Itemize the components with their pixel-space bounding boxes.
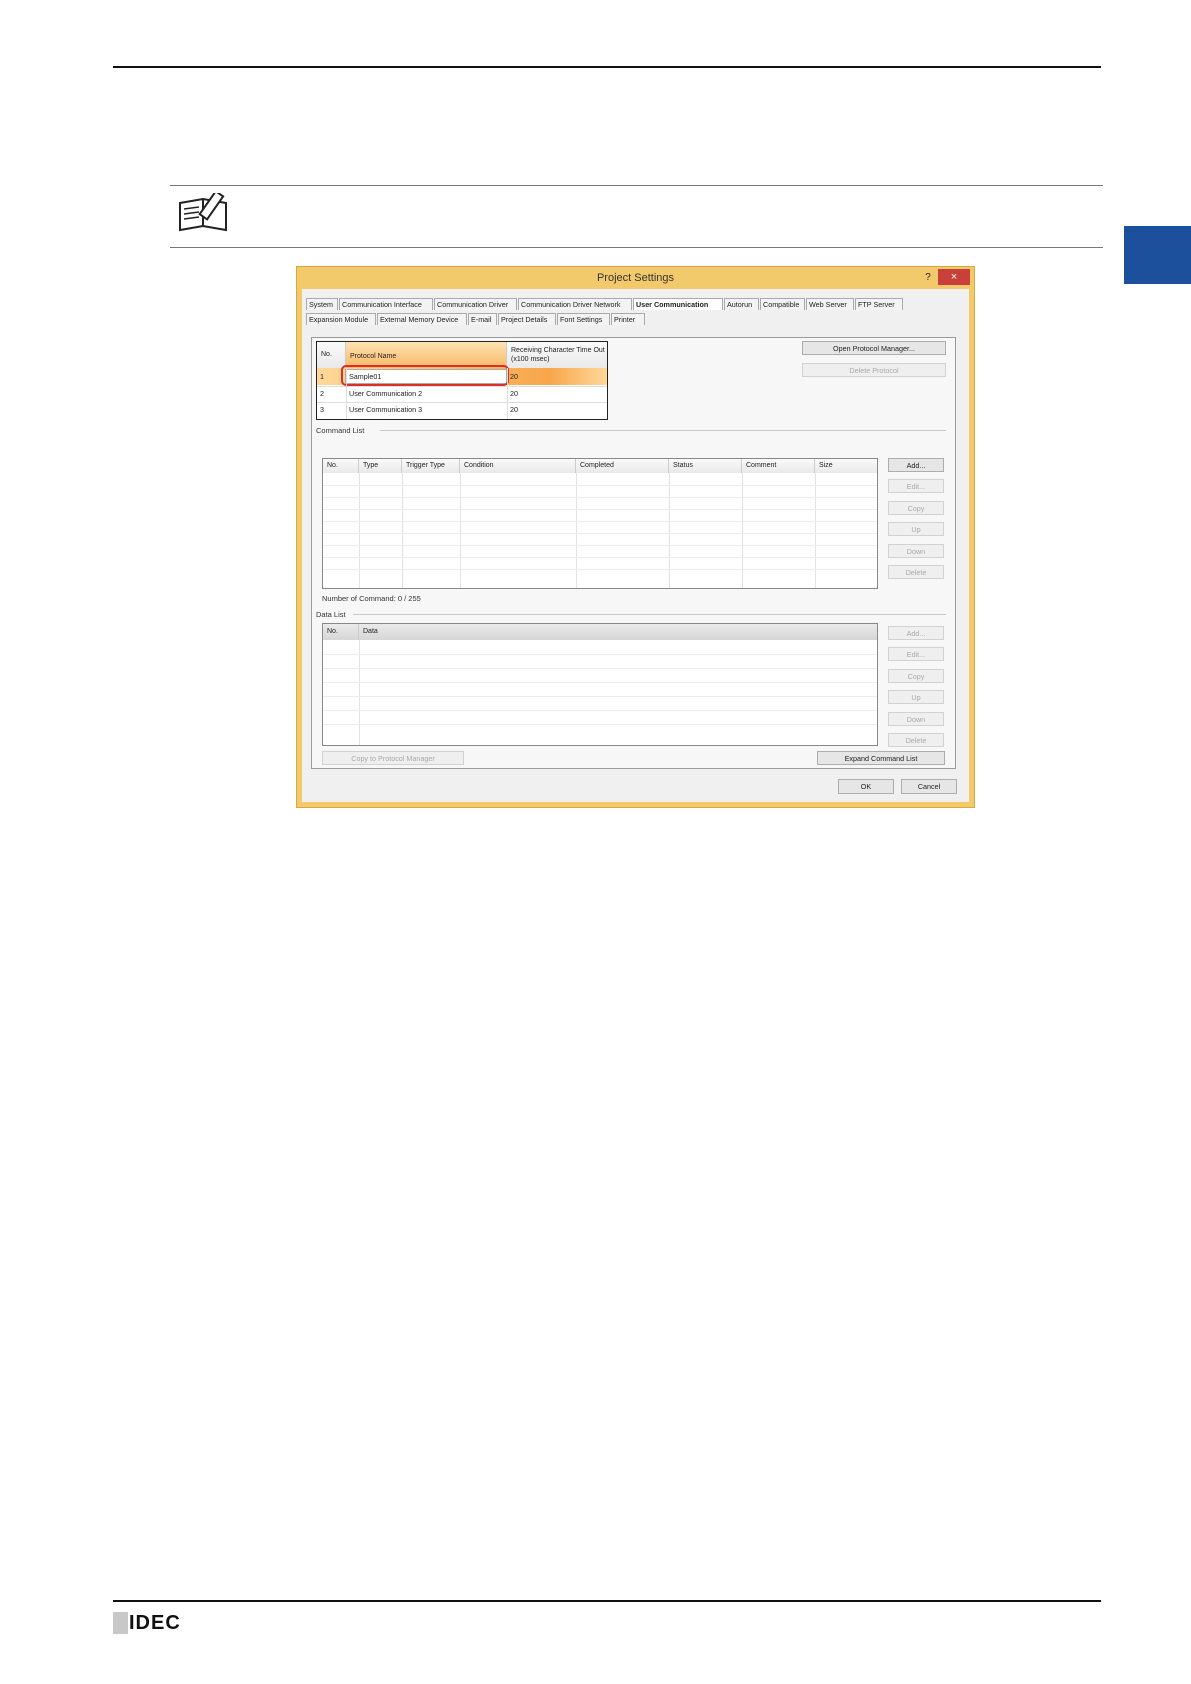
- cmd-col-size: Size: [815, 459, 877, 473]
- protocol-col-sep: [507, 368, 508, 419]
- data-grid-line: [323, 654, 877, 655]
- tab-font-settings[interactable]: Font Settings: [557, 313, 610, 325]
- protocol-col-no: No.: [317, 342, 346, 368]
- data-up-button[interactable]: Up: [888, 690, 944, 704]
- tab-user-communication[interactable]: User Communication: [633, 298, 723, 310]
- note-bottom-line: [170, 247, 1103, 248]
- cmd-grid-line: [323, 545, 877, 546]
- data-copy-button[interactable]: Copy: [888, 669, 944, 683]
- dialog-client-area: System Communication Interface Communica…: [302, 289, 969, 802]
- tab-expansion-module[interactable]: Expansion Module: [306, 313, 376, 325]
- command-list-label: Command List: [316, 426, 365, 435]
- data-edit-button[interactable]: Edit...: [888, 647, 944, 661]
- idec-logo: IDEC: [113, 1612, 183, 1634]
- tab-printer[interactable]: Printer: [611, 313, 645, 325]
- tab-communication-driver-network[interactable]: Communication Driver Network: [518, 298, 632, 310]
- chapter-tab: [1124, 226, 1191, 284]
- note-top-line: [170, 185, 1103, 186]
- tab-system[interactable]: System: [306, 298, 338, 310]
- protocol-col-sep: [346, 368, 347, 419]
- delete-protocol-button[interactable]: Delete Protocol: [802, 363, 946, 377]
- tab-autorun[interactable]: Autorun: [724, 298, 759, 310]
- cmd-col-completed: Completed: [576, 459, 669, 473]
- cmd-up-button[interactable]: Up: [888, 522, 944, 536]
- tab-project-details[interactable]: Project Details: [498, 313, 556, 325]
- protocol-row-1-no: 1: [320, 372, 324, 381]
- protocol-row-3-no: 3: [320, 405, 324, 414]
- cmd-grid-line: [323, 509, 877, 510]
- cmd-add-button[interactable]: Add...: [888, 458, 944, 472]
- data-grid-line: [323, 724, 877, 725]
- cmd-grid-line: [323, 497, 877, 498]
- data-delete-button[interactable]: Delete: [888, 733, 944, 747]
- bottom-rule: [113, 1600, 1101, 1602]
- data-down-button[interactable]: Down: [888, 712, 944, 726]
- project-settings-dialog: Project Settings ? × System Communicatio…: [296, 266, 975, 808]
- cmd-col-type: Type: [359, 459, 402, 473]
- data-list-grid[interactable]: No. Data: [322, 623, 878, 746]
- protocol-col-timeout: Receiving Character Time Out (x100 msec): [507, 342, 607, 368]
- cmd-grid-line: [669, 473, 670, 588]
- cmd-grid-line: [576, 473, 577, 588]
- cmd-grid-line: [460, 473, 461, 588]
- ok-button[interactable]: OK: [838, 779, 894, 794]
- note-book-icon: [177, 189, 229, 233]
- tab-external-memory-device[interactable]: External Memory Device: [377, 313, 467, 325]
- protocol-row-2-timeout[interactable]: 20: [507, 386, 518, 401]
- top-rule: [113, 66, 1101, 68]
- tab-communication-driver[interactable]: Communication Driver: [434, 298, 517, 310]
- protocol-row-2-no: 2: [320, 389, 324, 398]
- command-list-divider: [380, 430, 946, 431]
- cmd-grid-line: [323, 557, 877, 558]
- cmd-grid-line: [742, 473, 743, 588]
- data-add-button[interactable]: Add...: [888, 626, 944, 640]
- command-count: Number of Command: 0 / 255: [322, 594, 421, 603]
- data-list-label: Data List: [316, 610, 346, 619]
- tab-ftp-server[interactable]: FTP Server: [855, 298, 903, 310]
- data-grid-line: [359, 640, 360, 745]
- cmd-grid-line: [323, 521, 877, 522]
- cmd-grid-line: [359, 473, 360, 588]
- tab-web-server[interactable]: Web Server: [806, 298, 854, 310]
- cmd-grid-line: [323, 533, 877, 534]
- data-grid-line: [323, 682, 877, 683]
- copy-to-protocol-manager-button[interactable]: Copy to Protocol Manager: [322, 751, 464, 765]
- tab-compatible[interactable]: Compatible: [760, 298, 805, 310]
- cmd-grid-line: [402, 473, 403, 588]
- tab-communication-interface[interactable]: Communication Interface: [339, 298, 433, 310]
- data-grid-line: [323, 696, 877, 697]
- data-grid-line: [323, 710, 877, 711]
- protocol-table: No. Protocol Name Receiving Character Ti…: [316, 341, 608, 420]
- cmd-copy-button[interactable]: Copy: [888, 501, 944, 515]
- cmd-col-comment: Comment: [742, 459, 815, 473]
- cmd-grid-line: [323, 485, 877, 486]
- cancel-button[interactable]: Cancel: [901, 779, 957, 794]
- cmd-col-trigger-type: Trigger Type: [402, 459, 460, 473]
- command-list-grid[interactable]: No. Type Trigger Type Condition Complete…: [322, 458, 878, 589]
- logo-text: IDEC: [129, 1612, 181, 1634]
- protocol-row-3-timeout[interactable]: 20: [507, 402, 518, 417]
- cmd-grid-line: [323, 569, 877, 570]
- cmd-delete-button[interactable]: Delete: [888, 565, 944, 579]
- highlight-outline: [341, 365, 509, 386]
- protocol-row-2-name[interactable]: User Communication 2: [346, 386, 422, 401]
- cmd-down-button[interactable]: Down: [888, 544, 944, 558]
- open-protocol-manager-button[interactable]: Open Protocol Manager...: [802, 341, 946, 355]
- logo-mark: [113, 1612, 128, 1634]
- expand-command-list-button[interactable]: Expand Command List: [817, 751, 945, 765]
- cmd-col-status: Status: [669, 459, 742, 473]
- user-communication-panel: No. Protocol Name Receiving Character Ti…: [311, 337, 956, 769]
- data-col-data: Data: [359, 624, 877, 640]
- cmd-col-condition: Condition: [460, 459, 576, 473]
- cmd-edit-button[interactable]: Edit...: [888, 479, 944, 493]
- close-button[interactable]: ×: [938, 269, 970, 285]
- cmd-grid-line: [815, 473, 816, 588]
- data-list-divider: [353, 614, 946, 615]
- cmd-col-no: No.: [323, 459, 359, 473]
- data-grid-line: [323, 668, 877, 669]
- protocol-row-3-name[interactable]: User Communication 3: [346, 402, 422, 417]
- data-col-no: No.: [323, 624, 359, 640]
- tab-e-mail[interactable]: E-mail: [468, 313, 497, 325]
- dialog-title: Project Settings: [596, 272, 675, 284]
